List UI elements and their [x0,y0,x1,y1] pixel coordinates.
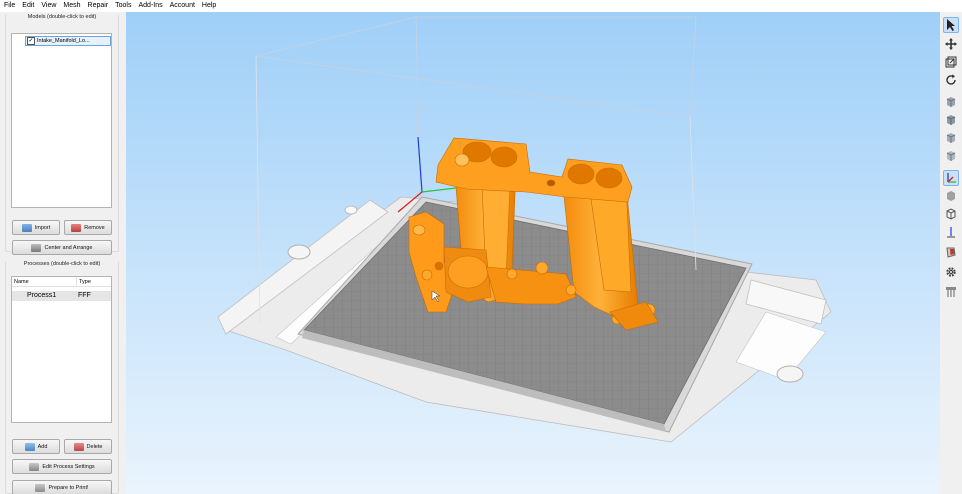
column-header-type[interactable]: Type [76,277,111,286]
prepare-print-icon [35,483,46,492]
import-icon [21,223,32,232]
model-visible-checkbox[interactable]: ✓ [27,37,35,45]
view-cube-side-icon[interactable] [943,130,959,146]
delete-icon [73,442,84,451]
view-cube-front-icon[interactable] [943,94,959,110]
center-arrange-icon [31,243,42,252]
models-group-title: Models (double-click to edit) [6,14,118,20]
processes-group-title: Processes (double-click to edit) [6,261,118,267]
menu-tools[interactable]: Tools [115,0,131,12]
models-group: Models (double-click to edit) ✓ Intake_M… [5,14,119,252]
edit-settings-icon [29,462,40,471]
section-view-icon[interactable] [943,224,959,240]
processes-table[interactable]: Name Type Process1 FFF [11,276,112,423]
cut-model-icon[interactable] [943,244,959,260]
menu-help[interactable]: Help [202,0,216,12]
wireframe-view-icon[interactable] [943,206,959,222]
menu-repair[interactable]: Repair [88,0,109,12]
import-button[interactable]: Import [12,220,60,235]
remove-icon [71,223,82,232]
menu-add-ins[interactable]: Add-Ins [138,0,162,12]
model-list-item[interactable]: ✓ Intake_Manifold_Lo... [25,36,111,46]
add-icon [24,442,35,451]
column-header-name[interactable]: Name [12,277,76,286]
process-type-cell: FFF [78,292,91,299]
move-icon[interactable] [943,36,959,52]
solid-view-icon[interactable] [943,188,959,204]
menu-view[interactable]: View [41,0,56,12]
add-process-button[interactable]: Add [12,439,60,454]
left-panel: Models (double-click to edit) ✓ Intake_M… [0,12,126,494]
right-toolbar [940,12,962,494]
remove-button[interactable]: Remove [64,220,112,235]
process-name-cell: Process1 [27,292,57,299]
menu-account[interactable]: Account [170,0,195,12]
prepare-to-print-button[interactable]: Prepare to Print! [12,480,112,494]
model-name: Intake_Manifold_Lo... [37,38,90,44]
support-structures-icon[interactable] [943,284,959,300]
table-row[interactable]: Process1 FFF [12,291,111,301]
delete-process-button[interactable]: Delete [64,439,112,454]
menu-bar: File Edit View Mesh Repair Tools Add-Ins… [0,0,962,12]
settings-gear-icon[interactable] [943,264,959,280]
3d-viewport[interactable] [126,12,940,494]
center-arrange-button[interactable]: Center and Arrange [12,240,112,255]
view-cube-top-icon[interactable] [943,112,959,128]
edit-process-settings-button[interactable]: Edit Process Settings [12,459,112,474]
menu-edit[interactable]: Edit [22,0,34,12]
processes-table-header: Name Type [12,277,111,287]
menu-file[interactable]: File [4,0,15,12]
select-cursor-icon[interactable] [943,17,959,33]
menu-mesh[interactable]: Mesh [63,0,80,12]
models-list[interactable]: ✓ Intake_Manifold_Lo... [11,33,112,208]
scale-icon[interactable] [943,54,959,70]
axes-icon[interactable] [943,170,959,186]
rotate-icon[interactable] [943,72,959,88]
viewport-scene [126,12,940,494]
view-cube-iso-icon[interactable] [943,148,959,164]
